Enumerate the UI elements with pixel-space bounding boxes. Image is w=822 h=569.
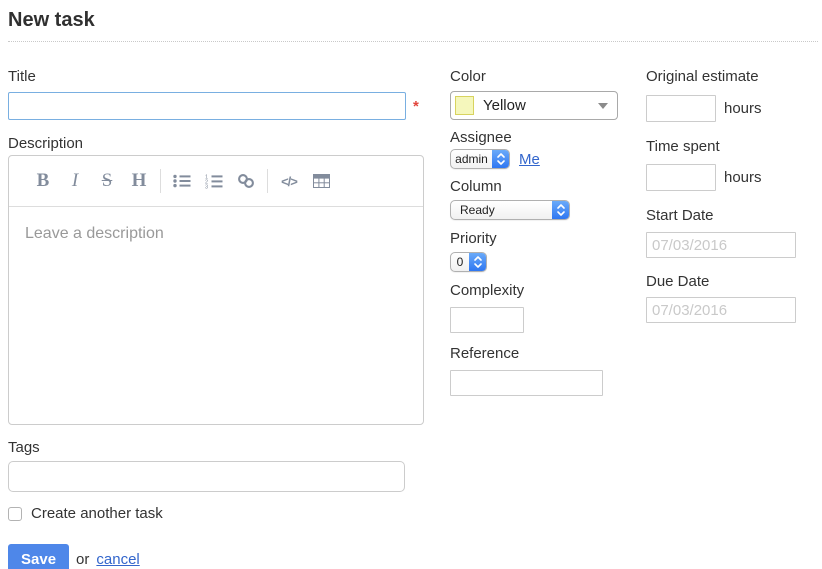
ordered-list-button[interactable]: 1 2 3 — [198, 174, 230, 189]
toolbar-divider — [267, 169, 268, 193]
assignee-selected-value: admin — [451, 150, 492, 168]
strikethrough-icon: S — [102, 170, 113, 192]
column-select[interactable]: Ready — [450, 200, 570, 220]
table-icon — [313, 174, 330, 188]
ordered-list-icon: 1 2 3 — [205, 174, 223, 189]
due-date-label: Due Date — [646, 273, 822, 290]
bold-icon: B — [37, 170, 50, 192]
task-form: Title * Description B I S H — [8, 68, 814, 569]
description-editor: B I S H 1 2 — [8, 155, 424, 425]
start-date-label: Start Date — [646, 207, 822, 224]
svg-text:3: 3 — [205, 184, 208, 188]
assignee-row: admin Me — [450, 149, 635, 169]
color-label: Color — [450, 68, 635, 85]
assign-me-link[interactable]: Me — [519, 151, 540, 168]
editor-toolbar: B I S H 1 2 — [9, 156, 423, 207]
assignee-select[interactable]: admin — [450, 149, 510, 169]
due-date-input[interactable] — [646, 297, 796, 323]
italic-icon: I — [72, 170, 78, 192]
title-input[interactable] — [8, 92, 406, 120]
code-button[interactable]: </> — [273, 174, 305, 189]
reference-input[interactable] — [450, 370, 603, 396]
page-title: New task — [8, 6, 818, 42]
hours-suffix: hours — [724, 169, 762, 186]
link-button[interactable] — [230, 173, 262, 189]
select-stepper-icon — [469, 253, 486, 271]
color-swatch-yellow — [455, 96, 474, 115]
tags-label: Tags — [8, 439, 424, 456]
priority-select[interactable]: 0 — [450, 252, 487, 272]
title-row: * — [8, 92, 424, 120]
original-estimate-input[interactable] — [646, 95, 716, 122]
color-selected-value: Yellow — [483, 97, 589, 114]
heading-button[interactable]: H — [123, 170, 155, 192]
unordered-list-button[interactable] — [166, 174, 198, 188]
link-icon — [237, 173, 255, 189]
unordered-list-icon — [173, 174, 191, 188]
save-button[interactable]: Save — [8, 544, 69, 569]
start-date-input[interactable] — [646, 232, 796, 258]
toolbar-divider — [160, 169, 161, 193]
original-estimate-label: Original estimate — [646, 68, 822, 85]
middle-column: Color Yellow Assignee admin Me Co — [450, 68, 635, 396]
complexity-input[interactable] — [450, 307, 524, 333]
new-task-page: New task Title * Description B I S H — [0, 0, 822, 569]
select-stepper-icon — [492, 150, 509, 168]
chevron-down-icon — [598, 103, 608, 109]
description-label: Description — [8, 135, 424, 152]
time-spent-row: hours — [646, 164, 822, 191]
create-another-row: Create another task — [8, 505, 424, 522]
strikethrough-button[interactable]: S — [91, 170, 123, 192]
select-stepper-icon — [552, 201, 569, 219]
assignee-label: Assignee — [450, 129, 635, 146]
hours-suffix: hours — [724, 100, 762, 117]
complexity-label: Complexity — [450, 282, 635, 299]
reference-label: Reference — [450, 345, 635, 362]
priority-label: Priority — [450, 230, 635, 247]
table-button[interactable] — [305, 174, 337, 188]
cancel-link[interactable]: cancel — [96, 551, 139, 568]
title-label: Title — [8, 68, 424, 85]
left-column: Title * Description B I S H — [8, 68, 424, 569]
time-spent-input[interactable] — [646, 164, 716, 191]
original-estimate-row: hours — [646, 95, 822, 122]
form-actions: Save or cancel — [8, 544, 424, 569]
or-text: or — [76, 551, 89, 568]
right-column: Original estimate hours Time spent hours… — [646, 68, 822, 323]
code-icon: </> — [281, 174, 297, 189]
create-another-label: Create another task — [31, 505, 163, 522]
required-asterisk: * — [413, 99, 419, 114]
bold-button[interactable]: B — [27, 170, 59, 192]
column-selected-value: Ready — [451, 201, 552, 219]
tags-input[interactable] — [8, 461, 405, 492]
create-another-checkbox[interactable] — [8, 507, 22, 521]
color-dropdown[interactable]: Yellow — [450, 91, 618, 120]
heading-icon: H — [132, 170, 147, 192]
priority-selected-value: 0 — [451, 253, 469, 271]
description-textarea[interactable] — [9, 207, 423, 424]
time-spent-label: Time spent — [646, 138, 822, 155]
italic-button[interactable]: I — [59, 170, 91, 192]
column-label: Column — [450, 178, 635, 195]
